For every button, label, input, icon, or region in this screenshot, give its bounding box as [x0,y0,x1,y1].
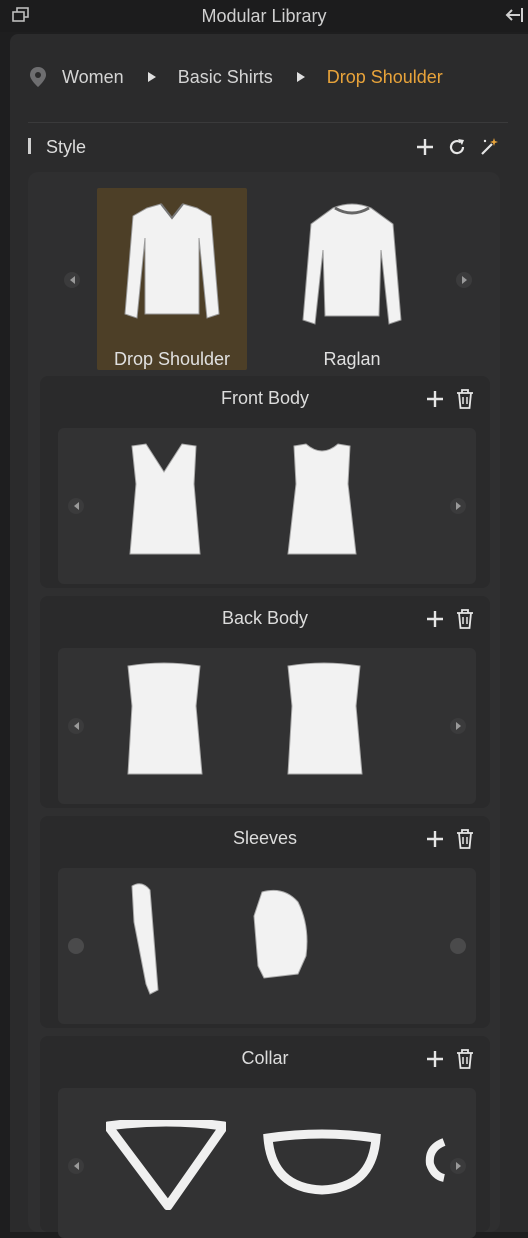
trash-icon [457,389,473,409]
add-collar-button[interactable] [424,1048,446,1070]
add-back-body-button[interactable] [424,608,446,630]
plus-icon [427,391,443,407]
style-label: Style [46,137,87,157]
chevron-right-icon [461,276,467,284]
breadcrumb-separator-icon [147,72,156,82]
add-style-button[interactable] [414,136,436,158]
sleeves-prev-button[interactable] [68,938,84,954]
section-collar: Collar [40,1036,490,1238]
front-body-vneck-thumbnail[interactable] [124,440,204,558]
breadcrumb-item-drop-shoulder[interactable]: Drop Shoulder [327,67,443,88]
front-body-next-button[interactable] [450,498,466,514]
add-sleeves-button[interactable] [424,828,446,850]
delete-collar-button[interactable] [454,1048,476,1070]
add-front-body-button[interactable] [424,388,446,410]
delete-front-body-button[interactable] [454,388,476,410]
drop-shoulder-shirt-thumbnail [124,203,220,319]
title-bar: Modular Library [0,0,528,32]
front-body-prev-button[interactable] [68,498,84,514]
delete-sleeves-button[interactable] [454,828,476,850]
front-body-carousel [58,428,476,584]
section-title: Sleeves [232,828,298,848]
breadcrumb: Women Basic Shirts Drop Shoulder [28,62,443,92]
sleeves-next-button[interactable] [450,938,466,954]
style-card-raglan[interactable]: Raglan [277,188,427,370]
breadcrumb-item-basic-shirts[interactable]: Basic Shirts [178,67,273,88]
breadcrumb-item-women[interactable]: Women [62,67,124,88]
style-prev-button[interactable] [64,272,80,288]
style-next-button[interactable] [456,272,472,288]
delete-back-body-button[interactable] [454,608,476,630]
chevron-right-icon [455,722,461,730]
short-sleeve-thumbnail[interactable] [248,886,314,982]
refresh-icon [449,139,465,155]
section-title: Collar [241,1048,289,1068]
section-title: Front Body [220,388,310,408]
back-body-carousel [58,648,476,804]
section-front-body: Front Body [40,376,490,588]
back-body-thumbnail-1[interactable] [122,660,206,778]
vneck-collar-thumbnail[interactable] [106,1120,226,1210]
chevron-right-icon [455,502,461,510]
plus-icon [427,831,443,847]
trash-icon [457,1049,473,1069]
crew-collar-thumbnail[interactable] [262,1128,382,1198]
breadcrumb-separator-icon [296,72,305,82]
back-body-thumbnail-2[interactable] [282,660,366,778]
section-back-body: Back Body [40,596,490,808]
plus-icon [417,139,433,155]
trash-icon [457,609,473,629]
raglan-shirt-thumbnail [302,203,402,325]
section-sleeves: Sleeves [40,816,490,1028]
collar-carousel [58,1088,476,1238]
window-title: Modular Library [201,6,327,26]
chevron-left-icon [73,1162,79,1170]
section-title: Back Body [221,608,309,628]
trash-icon [457,829,473,849]
plus-icon [427,1051,443,1067]
section-marker [28,138,31,154]
magic-wand-button[interactable] [478,136,500,158]
magic-wand-icon [481,138,498,155]
divider [28,122,508,123]
chevron-left-icon [73,502,79,510]
style-header: Style [28,134,508,164]
style-card-label: Raglan [323,349,381,369]
style-card-label: Drop Shoulder [113,349,231,369]
style-carousel: Drop Shoulder Raglan [28,182,500,372]
chevron-left-icon [73,722,79,730]
chevron-left-icon [69,276,75,284]
chevron-right-icon [455,1162,461,1170]
style-card-drop-shoulder[interactable]: Drop Shoulder [97,188,247,370]
collar-next-button[interactable] [450,1158,466,1174]
back-body-next-button[interactable] [450,718,466,734]
collar-prev-button[interactable] [68,1158,84,1174]
location-pin-icon [30,67,46,87]
sleeves-carousel [58,868,476,1024]
dock-left-icon[interactable] [504,6,524,24]
plus-icon [427,611,443,627]
front-body-crew-thumbnail[interactable] [282,440,362,558]
partial-collar-thumbnail[interactable] [424,1138,446,1182]
back-body-prev-button[interactable] [68,718,84,734]
refresh-style-button[interactable] [446,136,468,158]
long-sleeve-thumbnail[interactable] [128,882,168,998]
